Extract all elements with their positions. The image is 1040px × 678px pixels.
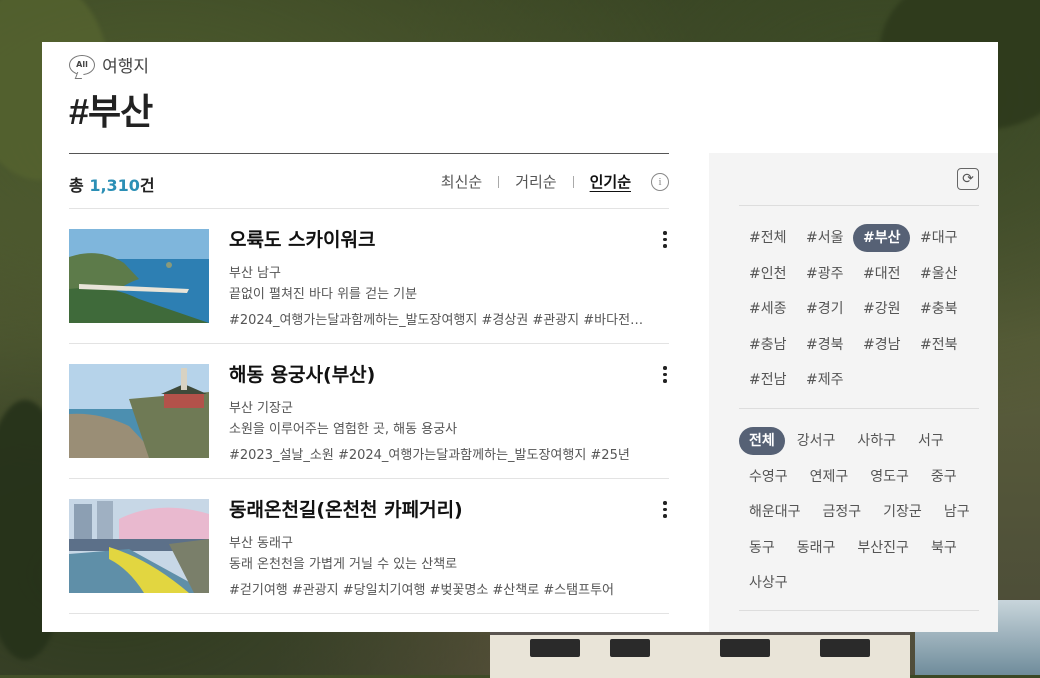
district-chip-dong[interactable]: 동구 [739, 534, 785, 562]
district-chip-buk[interactable]: 북구 [921, 534, 967, 562]
district-chip-geumjeong[interactable]: 금정구 [813, 498, 872, 526]
sort-latest-button[interactable]: 최신순 [441, 171, 482, 192]
region-chip-gangwon[interactable]: #강원 [853, 295, 910, 323]
more-options-icon[interactable] [661, 501, 669, 521]
district-chip-gangseo[interactable]: 강서구 [787, 427, 846, 455]
district-chip-suyeong[interactable]: 수영구 [739, 463, 798, 491]
district-chip-dongnae[interactable]: 동래구 [787, 534, 846, 562]
region-chip-gyeonggi[interactable]: #경기 [796, 295, 853, 323]
search-result-panel: All 여행지 #부산 총 1,310건 최신순 거리순 인기순 i 오륙도 스… [42, 42, 998, 632]
region-chip-jeju[interactable]: #제주 [796, 366, 853, 394]
region-chip-daegu[interactable]: #대구 [910, 224, 967, 252]
region-chip-gwangju[interactable]: #광주 [796, 260, 853, 288]
district-chip-busanjin[interactable]: 부산진구 [847, 534, 919, 562]
page-title: #부산 [69, 91, 153, 132]
filter-sidebar: ⟳ #전체 #서울 #부산 #대구 #인천 #광주 #대전 #울산 #세종 #경… [709, 153, 998, 632]
sort-options: 최신순 거리순 인기순 i [441, 171, 669, 192]
info-icon[interactable]: i [651, 172, 669, 191]
item-tags: #2024_여행가는달과함께하는_발도장여행지 #경상권 #관광지 #바다전망대… [229, 313, 647, 328]
district-chip-jung[interactable]: 중구 [921, 463, 967, 491]
sort-distance-button[interactable]: 거리순 [515, 171, 556, 192]
item-description: 소원을 이루어주는 염험한 곳, 해동 용궁사 [229, 422, 458, 437]
total-number: 1,310 [89, 176, 140, 195]
item-tags: #2023_설날_소원 #2024_여행가는달과함께하는_발도장여행지 #25년 [229, 448, 630, 463]
region-filter: #전체 #서울 #부산 #대구 #인천 #광주 #대전 #울산 #세종 #경기 … [739, 224, 989, 402]
item-area: 부산 기장군 [229, 401, 293, 416]
item-thumbnail[interactable] [69, 499, 209, 593]
region-chip-daejeon[interactable]: #대전 [853, 260, 910, 288]
district-chip-haeundae[interactable]: 해운대구 [739, 498, 811, 526]
item-tags: #걷기여행 #관광지 #당일치기여행 #벚꽃명소 #산책로 #스탬프투어 [229, 583, 615, 598]
item-title[interactable]: 동래온천길(온천천 카페거리) [229, 495, 649, 522]
list-item[interactable]: 해동 용궁사(부산) 부산 기장군 소원을 이루어주는 염험한 곳, 해동 용궁… [69, 344, 669, 479]
result-list-area: 총 1,310건 최신순 거리순 인기순 i 오륙도 스카이워크 부산 남구 끝… [69, 153, 669, 614]
region-chip-jeonbuk[interactable]: #전북 [910, 331, 967, 359]
all-category-icon: All [69, 54, 95, 75]
list-toolbar: 총 1,310건 최신순 거리순 인기순 i [69, 154, 669, 209]
item-area: 부산 동래구 [229, 536, 293, 551]
sort-popular-button[interactable]: 인기순 [590, 171, 631, 192]
district-chip-sasang[interactable]: 사상구 [739, 569, 798, 597]
more-options-icon[interactable] [661, 366, 669, 386]
region-chip-jeonnam[interactable]: #전남 [739, 366, 796, 394]
more-options-icon[interactable] [661, 231, 669, 251]
item-body: 해동 용궁사(부산) 부산 기장군 소원을 이루어주는 염험한 곳, 해동 용궁… [229, 360, 649, 463]
list-item[interactable]: 동래온천길(온천천 카페거리) 부산 동래구 동래 온천천을 가볍게 거닐 수 … [69, 479, 669, 614]
item-body: 오륙도 스카이워크 부산 남구 끝없이 펼쳐진 바다 위를 걷는 기분 #202… [229, 225, 649, 328]
item-thumbnail[interactable] [69, 229, 209, 323]
district-chip-yeongdo[interactable]: 영도구 [860, 463, 919, 491]
district-filter: 전체 강서구 사하구 서구 수영구 연제구 영도구 중구 해운대구 금정구 기장… [739, 427, 989, 605]
item-title[interactable]: 오륙도 스카이워크 [229, 225, 649, 252]
region-chip-gyeongbuk[interactable]: #경북 [796, 331, 853, 359]
region-chip-busan[interactable]: #부산 [853, 224, 910, 252]
list-item[interactable]: 오륙도 스카이워크 부산 남구 끝없이 펼쳐진 바다 위를 걷는 기분 #202… [69, 209, 669, 344]
region-chip-incheon[interactable]: #인천 [739, 260, 796, 288]
item-thumbnail[interactable] [69, 364, 209, 458]
region-chip-chungnam[interactable]: #충남 [739, 331, 796, 359]
district-chip-all[interactable]: 전체 [739, 427, 785, 455]
region-chip-chungbuk[interactable]: #충북 [910, 295, 967, 323]
region-chip-gyeongnam[interactable]: #경남 [853, 331, 910, 359]
item-description: 동래 온천천을 가볍게 거닐 수 있는 산책로 [229, 557, 458, 572]
refresh-icon[interactable]: ⟳ [957, 168, 979, 190]
region-chip-ulsan[interactable]: #울산 [910, 260, 967, 288]
item-description: 끝없이 펼쳐진 바다 위를 걷는 기분 [229, 287, 418, 302]
district-chip-gijang[interactable]: 기장군 [873, 498, 932, 526]
district-chip-saha[interactable]: 사하구 [847, 427, 906, 455]
region-chip-seoul[interactable]: #서울 [796, 224, 853, 252]
total-prefix: 총 [69, 176, 84, 195]
total-suffix: 건 [139, 176, 155, 195]
region-chip-sejong[interactable]: #세종 [739, 295, 796, 323]
region-chip-all[interactable]: #전체 [739, 224, 796, 252]
item-area: 부산 남구 [229, 266, 281, 281]
category-label: 여행지 [102, 57, 150, 77]
district-chip-seo[interactable]: 서구 [908, 427, 954, 455]
background-tram [490, 632, 910, 678]
item-title[interactable]: 해동 용궁사(부산) [229, 360, 649, 387]
page-header: All 여행지 #부산 [69, 52, 153, 135]
district-chip-nam[interactable]: 남구 [934, 498, 980, 526]
district-chip-yeonje[interactable]: 연제구 [800, 463, 859, 491]
item-body: 동래온천길(온천천 카페거리) 부산 동래구 동래 온천천을 가볍게 거닐 수 … [229, 495, 649, 598]
total-count: 총 1,310건 [69, 172, 155, 196]
